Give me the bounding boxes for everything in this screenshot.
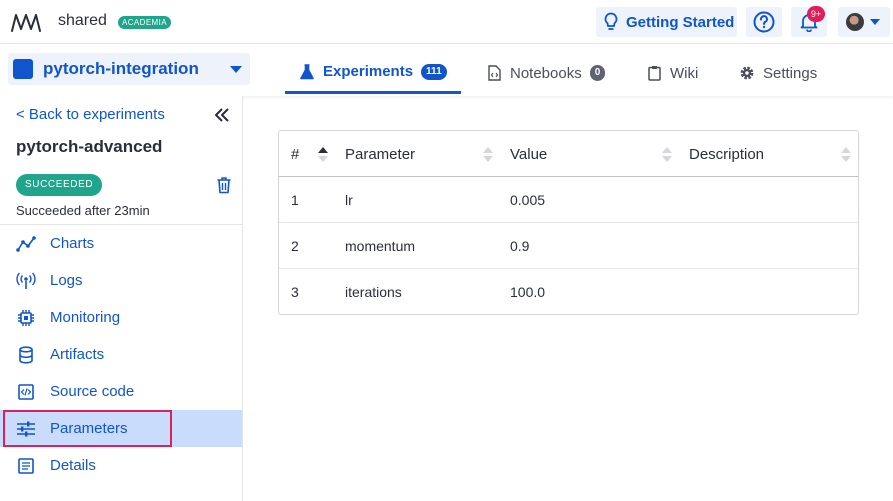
sort-icon[interactable] (482, 145, 494, 163)
lightbulb-icon (604, 12, 618, 30)
status-duration-text: Succeeded after 23min (16, 203, 150, 218)
gear-icon (739, 65, 755, 81)
notification-count-badge: 9+ (807, 6, 825, 22)
parameter-value: 100.0 (510, 284, 546, 300)
sidebar-item-details[interactable]: Details (0, 447, 242, 484)
workspace-name[interactable]: shared (58, 12, 107, 30)
sidebar-item-label: Details (50, 457, 96, 474)
column-header-value[interactable]: Value (510, 131, 547, 177)
row-index: 1 (291, 192, 299, 208)
code-file-icon (16, 382, 36, 402)
experiments-count-badge: 111 (421, 63, 447, 80)
broadcast-icon (16, 271, 36, 291)
back-to-experiments-link[interactable]: < Back to experiments (16, 106, 165, 123)
tab-label: Experiments (323, 63, 414, 80)
project-selector[interactable]: pytorch-integration (8, 53, 250, 85)
tab-settings[interactable]: Settings (725, 52, 831, 94)
parameter-name: momentum (345, 238, 416, 254)
selection-highlight (3, 410, 172, 447)
parameter-name: iterations (345, 284, 402, 300)
table-row: 3 iterations 100.0 (279, 269, 858, 315)
tab-label: Notebooks (510, 64, 582, 82)
user-menu-button[interactable] (838, 7, 890, 37)
table-row: 2 momentum 0.9 (279, 223, 858, 269)
database-icon (16, 345, 36, 365)
parameter-name: lr (345, 192, 353, 208)
tab-label: Wiki (670, 64, 699, 82)
app-logo-icon[interactable] (10, 9, 42, 35)
tab-notebooks[interactable]: Notebooks 0 (472, 52, 619, 94)
sort-icon[interactable] (661, 145, 673, 163)
row-index: 2 (291, 238, 299, 254)
chevron-down-icon (230, 66, 242, 73)
project-name: pytorch-integration (43, 59, 199, 78)
sidebar-item-monitoring[interactable]: Monitoring (0, 299, 242, 336)
column-header-index[interactable]: # (291, 131, 299, 177)
clipboard-icon (646, 65, 662, 81)
getting-started-label: Getting Started (626, 13, 735, 31)
workspace-badge: ACADEMIA (118, 16, 171, 29)
sidebar-item-artifacts[interactable]: Artifacts (0, 336, 242, 373)
sidebar-item-label: Logs (50, 272, 83, 289)
notebook-file-icon (486, 65, 502, 81)
sidebar-item-label: Artifacts (50, 346, 105, 363)
help-icon (753, 11, 775, 33)
project-bar: pytorch-integration Experiments 111 Note… (0, 44, 893, 96)
chart-line-icon (16, 234, 36, 254)
sidebar-item-logs[interactable]: Logs (0, 262, 242, 299)
trash-icon[interactable] (216, 176, 232, 194)
parameter-value: 0.9 (510, 238, 530, 254)
sidebar-item-source-code[interactable]: Source code (0, 373, 242, 410)
sidebar-item-label: Charts (50, 235, 95, 252)
column-header-parameter[interactable]: Parameter (345, 131, 415, 177)
chevron-down-icon (870, 19, 880, 25)
tab-label: Settings (763, 64, 818, 82)
row-index: 3 (291, 284, 299, 300)
parameters-table: # Parameter Value Description 1 lr 0.005… (278, 130, 859, 315)
table-header: # Parameter Value Description (279, 131, 858, 177)
parameter-value: 0.005 (510, 192, 546, 208)
collapse-sidebar-icon[interactable] (213, 106, 231, 124)
column-header-description[interactable]: Description (689, 131, 764, 177)
sidebar-item-charts[interactable]: Charts (0, 225, 242, 262)
help-button[interactable] (746, 7, 782, 37)
notebooks-count-badge: 0 (589, 65, 606, 81)
status-badge: SUCCEEDED (16, 174, 103, 196)
experiment-sidebar: < Back to experiments pytorch-advanced S… (0, 96, 243, 501)
chip-icon (16, 308, 36, 328)
tab-wiki[interactable]: Wiki (632, 52, 712, 94)
sidebar-item-label: Source code (50, 383, 135, 400)
project-icon (13, 59, 33, 79)
getting-started-button[interactable]: Getting Started (596, 7, 737, 37)
table-row: 1 lr 0.005 (279, 177, 858, 223)
flask-icon (299, 63, 315, 80)
sidebar-item-label: Monitoring (50, 309, 121, 326)
sidebar-item-parameters[interactable]: Parameters (0, 410, 242, 447)
tab-experiments[interactable]: Experiments 111 (285, 52, 461, 94)
sort-icon[interactable] (840, 145, 852, 163)
experiment-name: pytorch-advanced (16, 137, 163, 156)
top-bar: shared ACADEMIA Getting Started 9+ (0, 0, 893, 44)
sort-ascending-icon[interactable] (317, 145, 329, 163)
avatar (846, 13, 864, 31)
list-document-icon (16, 456, 36, 476)
